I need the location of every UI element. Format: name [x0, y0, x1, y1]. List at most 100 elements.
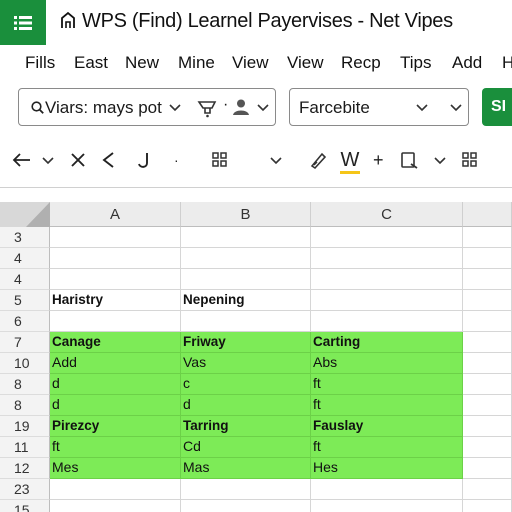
- chevron-down-icon[interactable]: [42, 148, 54, 172]
- table-cell[interactable]: Nepening: [181, 290, 311, 311]
- table-cell[interactable]: d: [50, 374, 181, 395]
- table-cell[interactable]: [463, 458, 512, 479]
- row-header[interactable]: 4: [0, 248, 50, 269]
- chevron-down-icon[interactable]: [257, 104, 269, 112]
- table-cell[interactable]: [463, 248, 512, 269]
- arrow-left-icon[interactable]: [10, 148, 32, 172]
- chevron-down-icon[interactable]: [450, 104, 462, 112]
- table-cell[interactable]: Canage: [50, 332, 181, 353]
- table-cell[interactable]: Friway: [181, 332, 311, 353]
- menu-item-add[interactable]: Add: [452, 53, 482, 73]
- undo-icon[interactable]: [100, 148, 116, 172]
- row-header[interactable]: 23: [0, 479, 50, 500]
- close-icon[interactable]: [68, 148, 88, 172]
- menu-item-east[interactable]: East: [74, 53, 108, 73]
- select-all-corner[interactable]: [0, 202, 50, 227]
- table-cell[interactable]: [311, 479, 463, 500]
- table-cell[interactable]: ft: [311, 374, 463, 395]
- table-cell[interactable]: Mas: [181, 458, 311, 479]
- table-cell[interactable]: [463, 479, 512, 500]
- table-cell[interactable]: Pirezcy: [50, 416, 181, 437]
- table-cell[interactable]: [181, 500, 311, 512]
- table-cell[interactable]: c: [181, 374, 311, 395]
- table-cell[interactable]: [311, 248, 463, 269]
- column-header-c[interactable]: C: [311, 202, 463, 227]
- table-cell[interactable]: [50, 500, 181, 512]
- row-header[interactable]: 7: [0, 332, 50, 353]
- menu-item-new[interactable]: New: [125, 53, 159, 73]
- table-cell[interactable]: [181, 269, 311, 290]
- row-header[interactable]: 6: [0, 311, 50, 332]
- chevron-down-icon[interactable]: [270, 148, 282, 172]
- table-cell[interactable]: Mes: [50, 458, 181, 479]
- highlight-icon[interactable]: W: [340, 148, 360, 172]
- table-cell[interactable]: [463, 416, 512, 437]
- table-cell[interactable]: [311, 290, 463, 311]
- table-cell[interactable]: [463, 227, 512, 248]
- table-cell[interactable]: Cd: [181, 437, 311, 458]
- table-cell[interactable]: [463, 437, 512, 458]
- green-action-button[interactable]: SI: [482, 88, 512, 126]
- table-cell[interactable]: [311, 227, 463, 248]
- menu-item-mine[interactable]: Mine: [178, 53, 215, 73]
- table-cell[interactable]: d: [181, 395, 311, 416]
- table-cell[interactable]: [50, 227, 181, 248]
- table-cell[interactable]: ft: [311, 395, 463, 416]
- table-cell[interactable]: [181, 227, 311, 248]
- table-cell[interactable]: [50, 248, 181, 269]
- chevron-down-icon[interactable]: [416, 104, 428, 112]
- table-cell[interactable]: ft: [311, 437, 463, 458]
- table-cell[interactable]: Abs: [311, 353, 463, 374]
- menu-item-fills[interactable]: Fills: [25, 53, 55, 73]
- row-header[interactable]: 3: [0, 227, 50, 248]
- table-cell[interactable]: Carting: [311, 332, 463, 353]
- table-cell[interactable]: [181, 311, 311, 332]
- menu-item-view[interactable]: View: [232, 53, 269, 73]
- menu-item-view-2[interactable]: View: [287, 53, 324, 73]
- row-header[interactable]: 15: [0, 500, 50, 512]
- table-cell[interactable]: [463, 290, 512, 311]
- spreadsheet-menu-icon[interactable]: [0, 0, 46, 45]
- menu-item-h[interactable]: H: [502, 53, 512, 73]
- table-cell[interactable]: Tarring: [181, 416, 311, 437]
- column-header-b[interactable]: B: [181, 202, 311, 227]
- table-cell[interactable]: [50, 269, 181, 290]
- font-select[interactable]: Farcebite: [289, 88, 469, 126]
- add-icon[interactable]: +: [373, 148, 384, 172]
- table-cell[interactable]: [311, 311, 463, 332]
- user-icon[interactable]: [232, 98, 250, 116]
- table-cell[interactable]: [463, 500, 512, 512]
- column-header-d[interactable]: [463, 202, 512, 227]
- table-cell[interactable]: [50, 479, 181, 500]
- table-cell[interactable]: Hes: [311, 458, 463, 479]
- table-cell[interactable]: Vas: [181, 353, 311, 374]
- row-header[interactable]: 10: [0, 353, 50, 374]
- chevron-down-icon[interactable]: [169, 104, 181, 112]
- menu-item-recp[interactable]: Recp: [341, 53, 381, 73]
- table-cell[interactable]: [311, 269, 463, 290]
- table-cell[interactable]: [181, 479, 311, 500]
- menu-item-tips[interactable]: Tips: [400, 53, 432, 73]
- grid-icon[interactable]: [460, 148, 480, 172]
- row-header[interactable]: 19: [0, 416, 50, 437]
- row-header[interactable]: 8: [0, 395, 50, 416]
- row-header[interactable]: 11: [0, 437, 50, 458]
- table-cell[interactable]: [463, 332, 512, 353]
- row-header[interactable]: 8: [0, 374, 50, 395]
- row-header[interactable]: 4: [0, 269, 50, 290]
- table-cell[interactable]: Haristry: [50, 290, 181, 311]
- table-cell[interactable]: [463, 374, 512, 395]
- table-cell[interactable]: [463, 353, 512, 374]
- table-cell[interactable]: [311, 500, 463, 512]
- table-cell[interactable]: Fauslay: [311, 416, 463, 437]
- table-cell[interactable]: [463, 269, 512, 290]
- column-header-a[interactable]: A: [50, 202, 181, 227]
- clipboard-icon[interactable]: [398, 148, 420, 172]
- table-cell[interactable]: [463, 395, 512, 416]
- format-painter-icon[interactable]: [308, 148, 328, 172]
- search-dropdown[interactable]: Viars: mays pot ·: [18, 88, 276, 126]
- paint-bucket-icon[interactable]: [197, 98, 219, 118]
- table-cell[interactable]: [463, 311, 512, 332]
- table-cell[interactable]: d: [50, 395, 181, 416]
- chevron-down-icon[interactable]: [434, 148, 446, 172]
